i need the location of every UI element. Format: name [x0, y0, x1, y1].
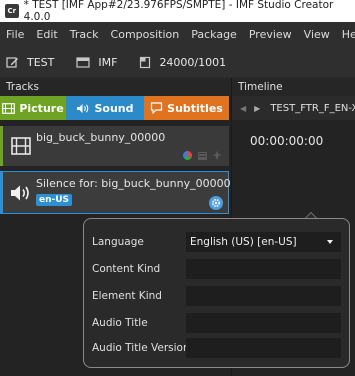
- speaker-icon: [77, 103, 89, 113]
- timeline-panel-title: Timeline: [238, 81, 283, 93]
- menu-file[interactable]: File: [0, 28, 31, 41]
- composition-name-button[interactable]: TEST: [6, 56, 54, 69]
- tracks-panel-header: Tracks: [0, 78, 231, 96]
- gear-icon: [211, 198, 221, 208]
- package-type: IMF: [98, 55, 118, 69]
- list-icon: [198, 151, 207, 160]
- menu-view[interactable]: View: [299, 28, 337, 41]
- audio-title-version-label: Audio Title Version: [92, 342, 190, 354]
- speech-bubble-icon: [151, 102, 163, 114]
- tab-picture-label: Picture: [19, 101, 64, 115]
- track-settings-button[interactable]: [209, 196, 223, 210]
- frame-rate-icon: [140, 56, 151, 68]
- lock-icon: [213, 151, 221, 160]
- menu-composition[interactable]: Composition: [106, 28, 187, 41]
- menu-package[interactable]: Package: [186, 28, 244, 41]
- timeline-nav: ◀ ▶ TEST_FTR_F_EN-X: [232, 96, 355, 120]
- menu-track[interactable]: Track: [65, 28, 106, 41]
- timecode-display: 00:00:00:00: [250, 134, 324, 148]
- video-track-name: big_buck_bunny_00000: [36, 131, 166, 144]
- video-track-status: [183, 151, 221, 160]
- speaker-icon: [11, 185, 29, 201]
- frame-rate-button[interactable]: 24000/1001: [139, 56, 226, 69]
- prev-arrow-icon[interactable]: ◀: [240, 104, 246, 113]
- element-kind-field[interactable]: [186, 286, 341, 306]
- element-kind-row: Element Kind: [84, 286, 351, 306]
- content-kind-field[interactable]: [186, 259, 341, 279]
- color-wheel-icon: [183, 151, 192, 160]
- menu-edit[interactable]: Edit: [31, 28, 64, 41]
- track-properties-popup: Language English (US) [en-US] Content Ki…: [83, 218, 350, 368]
- package-type-button[interactable]: IMF: [76, 56, 117, 69]
- menu-help[interactable]: Help: [337, 28, 355, 41]
- audio-title-row: Audio Title: [84, 313, 351, 333]
- language-dropdown[interactable]: English (US) [en-US]: [186, 232, 341, 252]
- next-arrow-icon[interactable]: ▶: [254, 104, 260, 113]
- language-value: English (US) [en-US]: [190, 236, 297, 248]
- audio-track-name: Silence for: big_buck_bunny_00000: [36, 177, 231, 190]
- sequence-name[interactable]: TEST_FTR_F_EN-X: [270, 103, 355, 114]
- window-titlebar: Cr * TEST [IMF App#2/23.976FPS/SMPTE] - …: [0, 0, 355, 23]
- window-title: * TEST [IMF App#2/23.976FPS/SMPTE] - IMF…: [23, 0, 334, 23]
- popup-caret-inner: [306, 213, 316, 218]
- film-icon: [11, 137, 31, 155]
- tab-subtitles[interactable]: Subtitles: [144, 96, 229, 120]
- tab-sound-label: Sound: [94, 101, 134, 115]
- menu-bar: File Edit Track Composition Package Prev…: [0, 22, 355, 47]
- language-label: Language: [92, 236, 144, 248]
- element-kind-label: Element Kind: [92, 290, 162, 302]
- film-icon: [2, 102, 16, 114]
- audio-track[interactable]: Silence for: big_buck_bunny_00000 en-US: [0, 171, 231, 214]
- chevron-down-icon: [327, 240, 333, 244]
- audio-title-label: Audio Title: [92, 317, 148, 329]
- menu-preview[interactable]: Preview: [244, 28, 299, 41]
- tracks-panel-title: Tracks: [6, 81, 39, 93]
- language-badge: en-US: [36, 194, 73, 206]
- audio-title-version-row: Audio Title Version: [84, 338, 351, 358]
- timeline-panel-header: Timeline: [232, 78, 355, 96]
- edit-icon: [6, 56, 18, 68]
- tab-picture[interactable]: Picture: [0, 96, 66, 120]
- content-kind-label: Content Kind: [92, 263, 161, 275]
- tab-subtitles-label: Subtitles: [167, 101, 223, 115]
- audio-title-version-field[interactable]: [186, 338, 341, 358]
- app-icon: Cr: [5, 4, 19, 18]
- package-icon: [76, 57, 90, 68]
- language-row: Language English (US) [en-US]: [84, 232, 351, 252]
- tab-sound[interactable]: Sound: [66, 96, 144, 120]
- composition-name: TEST: [27, 55, 55, 69]
- frame-rate: 24000/1001: [159, 55, 227, 69]
- track-type-tabs: Picture Sound Subtitles: [0, 96, 229, 120]
- toolbar: TEST IMF 24000/1001: [0, 47, 355, 77]
- content-kind-row: Content Kind: [84, 259, 351, 279]
- audio-title-field[interactable]: [186, 313, 341, 333]
- video-track[interactable]: big_buck_bunny_00000: [0, 126, 229, 166]
